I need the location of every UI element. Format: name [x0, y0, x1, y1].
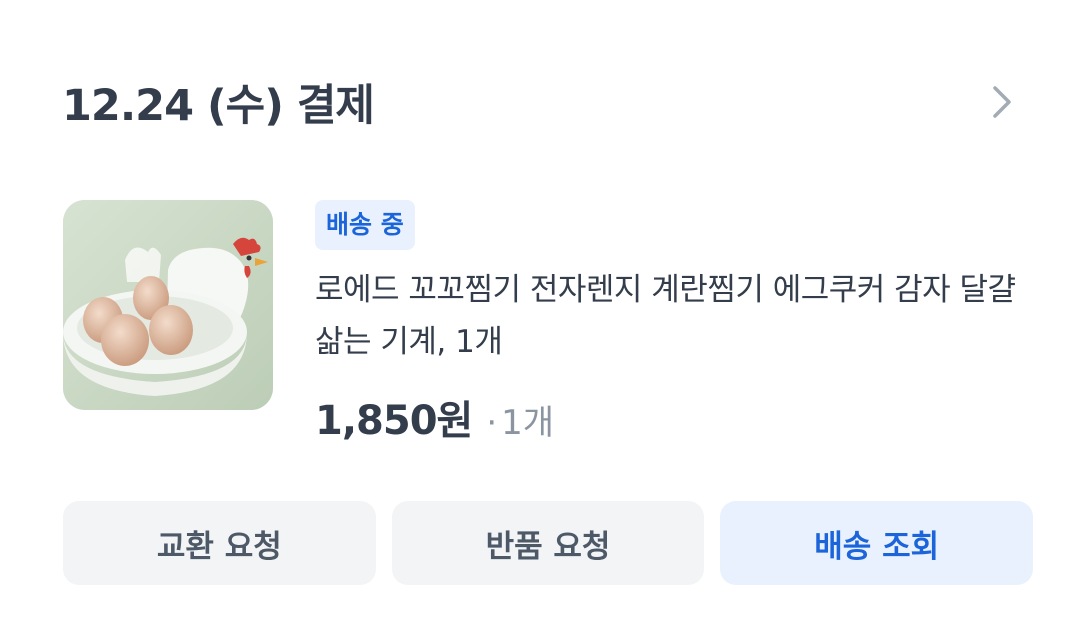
product-info: 배송 중 로에드 꼬꼬찜기 전자렌지 계란찜기 에그쿠커 감자 달걀 삶는 기계…	[315, 200, 1035, 446]
return-request-button[interactable]: 반품 요청	[391, 501, 705, 585]
product-name[interactable]: 로에드 꼬꼬찜기 전자렌지 계란찜기 에그쿠커 감자 달걀 삶는 기계, 1개	[315, 264, 1035, 368]
separator-dot: ·	[486, 403, 498, 443]
action-buttons: 교환 요청 반품 요청 배송 조회	[63, 501, 1034, 585]
price-row: 1,850원 · 1개	[315, 388, 1035, 446]
egg-cooker-product-image	[63, 200, 273, 410]
order-header[interactable]: 12.24 (수) 결제	[62, 70, 1022, 134]
status-badge: 배송 중	[315, 200, 415, 250]
order-card: 12.24 (수) 결제 배송 중 로에드 꼬꼬찜기 전자렌지 계란찜기 에그쿠…	[0, 0, 1080, 638]
product-quantity: 1개	[501, 403, 555, 443]
exchange-request-button[interactable]: 교환 요청	[63, 501, 376, 585]
product-thumbnail[interactable]	[63, 200, 273, 410]
product-row[interactable]: 배송 중 로에드 꼬꼬찜기 전자렌지 계란찜기 에그쿠커 감자 달걀 삶는 기계…	[63, 200, 1023, 450]
order-date-title: 12.24 (수) 결제	[62, 81, 375, 131]
product-price: 1,850원	[315, 398, 473, 444]
chevron-right-icon[interactable]	[982, 82, 1022, 122]
track-delivery-button[interactable]: 배송 조회	[720, 501, 1034, 585]
